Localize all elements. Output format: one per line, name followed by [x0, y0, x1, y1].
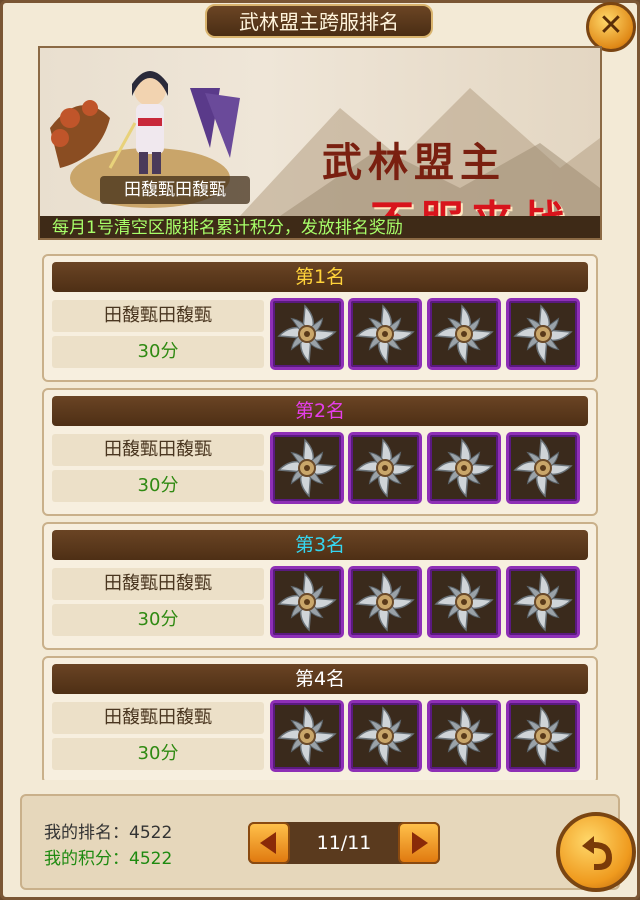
reward-slot[interactable] — [506, 700, 580, 772]
shuriken-icon — [355, 304, 415, 364]
reward-slot[interactable] — [427, 566, 501, 638]
reward-slot[interactable] — [270, 566, 344, 638]
rank-row-2: 第2名 田馥甄田馥甄 30分 — [42, 388, 598, 516]
shuriken-icon — [355, 438, 415, 498]
shuriken-icon — [277, 572, 337, 632]
shuriken-icon — [434, 304, 494, 364]
rank-score: 30分 — [52, 470, 264, 502]
rank-score: 30分 — [52, 738, 264, 770]
rank-player: 田馥甄田馥甄 — [52, 434, 264, 466]
reward-slot[interactable] — [348, 700, 422, 772]
rank-label: 第3名 — [52, 530, 588, 560]
rank-label: 第4名 — [52, 664, 588, 694]
banner: 武林盟主 不服来战 田馥甄田馥甄 每月1号清空区服排名累计积分，发放排名奖励 — [38, 46, 602, 240]
reward-slot[interactable] — [427, 700, 501, 772]
shuriken-icon — [434, 572, 494, 632]
arrow-left-icon — [260, 832, 276, 854]
rank-player: 田馥甄田馥甄 — [52, 568, 264, 600]
reward-slot[interactable] — [270, 700, 344, 772]
rank-player: 田馥甄田馥甄 — [52, 300, 264, 332]
rank-label: 第1名 — [52, 262, 588, 292]
reward-slot[interactable] — [506, 566, 580, 638]
shuriken-icon — [513, 438, 573, 498]
shuriken-icon — [434, 706, 494, 766]
rank-row-3: 第3名 田馥甄田馥甄 30分 — [42, 522, 598, 650]
footer-panel: 我的排名：4522 我的积分：4522 11/11 — [20, 794, 620, 890]
shuriken-icon — [513, 304, 573, 364]
prev-page-button[interactable] — [248, 822, 290, 864]
window-title: 武林盟主跨服排名 — [205, 4, 433, 38]
page-indicator: 11/11 — [316, 832, 372, 854]
rank-label: 第2名 — [52, 396, 588, 426]
reward-slot[interactable] — [348, 298, 422, 370]
shuriken-icon — [277, 438, 337, 498]
next-page-button[interactable] — [398, 822, 440, 864]
leader-name: 田馥甄田馥甄 — [100, 176, 250, 204]
shuriken-icon — [513, 706, 573, 766]
back-button[interactable] — [556, 812, 636, 892]
rank-row-4: 第4名 田馥甄田馥甄 30分 — [42, 656, 598, 780]
reward-slot[interactable] — [348, 432, 422, 504]
return-arrow-icon — [582, 836, 612, 870]
reward-slot[interactable] — [348, 566, 422, 638]
slogan-line1: 武林盟主 — [322, 139, 506, 186]
rank-score: 30分 — [52, 604, 264, 636]
close-icon: ✕ — [598, 8, 624, 43]
shuriken-icon — [355, 706, 415, 766]
my-score: 我的积分：4522 — [44, 849, 173, 869]
reward-slot[interactable] — [506, 432, 580, 504]
reward-slot[interactable] — [270, 298, 344, 370]
close-button[interactable]: ✕ — [586, 2, 636, 52]
my-rank: 我的排名：4522 — [44, 823, 173, 843]
shuriken-icon — [277, 304, 337, 364]
arrow-right-icon — [412, 832, 428, 854]
ranking-list[interactable]: 第1名 田馥甄田馥甄 30分 第2名 田馥甄田馥甄 30分 第3名 田馥甄田馥甄… — [38, 250, 602, 780]
shuriken-icon — [355, 572, 415, 632]
rank-row-1: 第1名 田馥甄田馥甄 30分 — [42, 254, 598, 382]
shuriken-icon — [434, 438, 494, 498]
rank-score: 30分 — [52, 336, 264, 368]
reward-slot[interactable] — [270, 432, 344, 504]
pager: 11/11 — [248, 822, 440, 864]
reward-slot[interactable] — [427, 298, 501, 370]
reward-slot[interactable] — [427, 432, 501, 504]
shuriken-icon — [277, 706, 337, 766]
reward-slot[interactable] — [506, 298, 580, 370]
shuriken-icon — [513, 572, 573, 632]
notice-text: 每月1号清空区服排名累计积分，发放排名奖励 — [40, 216, 600, 238]
rank-player: 田馥甄田馥甄 — [52, 702, 264, 734]
